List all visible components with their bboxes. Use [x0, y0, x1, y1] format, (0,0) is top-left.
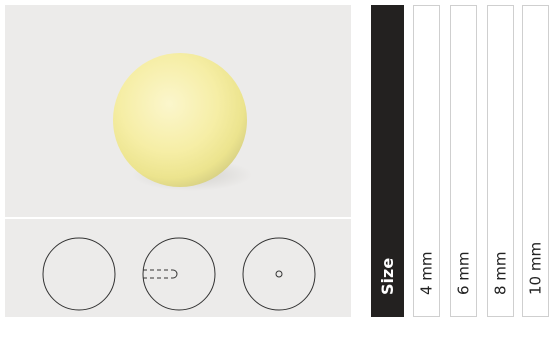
product-photo [5, 5, 351, 217]
size-option-label: 10 mm [526, 241, 544, 295]
front-view-drawing [42, 237, 116, 311]
technical-drawings [5, 219, 351, 317]
size-option-label: 4 mm [417, 251, 435, 295]
size-option-4mm[interactable]: 4 mm [413, 5, 440, 317]
size-option-10mm[interactable]: 10 mm [522, 5, 549, 317]
pearl-image [113, 53, 252, 191]
product-panel [5, 5, 351, 317]
size-option-8mm[interactable]: 8 mm [487, 5, 514, 317]
size-header-label: Size [377, 257, 397, 295]
size-option-6mm[interactable]: 6 mm [450, 5, 477, 317]
size-option-label: 8 mm [491, 251, 509, 295]
pearl-ball [113, 53, 247, 187]
drilled-view-drawing [142, 237, 216, 311]
hole-view-drawing [242, 237, 316, 311]
size-option-label: 6 mm [454, 251, 472, 295]
size-header-column: Size [371, 5, 404, 317]
